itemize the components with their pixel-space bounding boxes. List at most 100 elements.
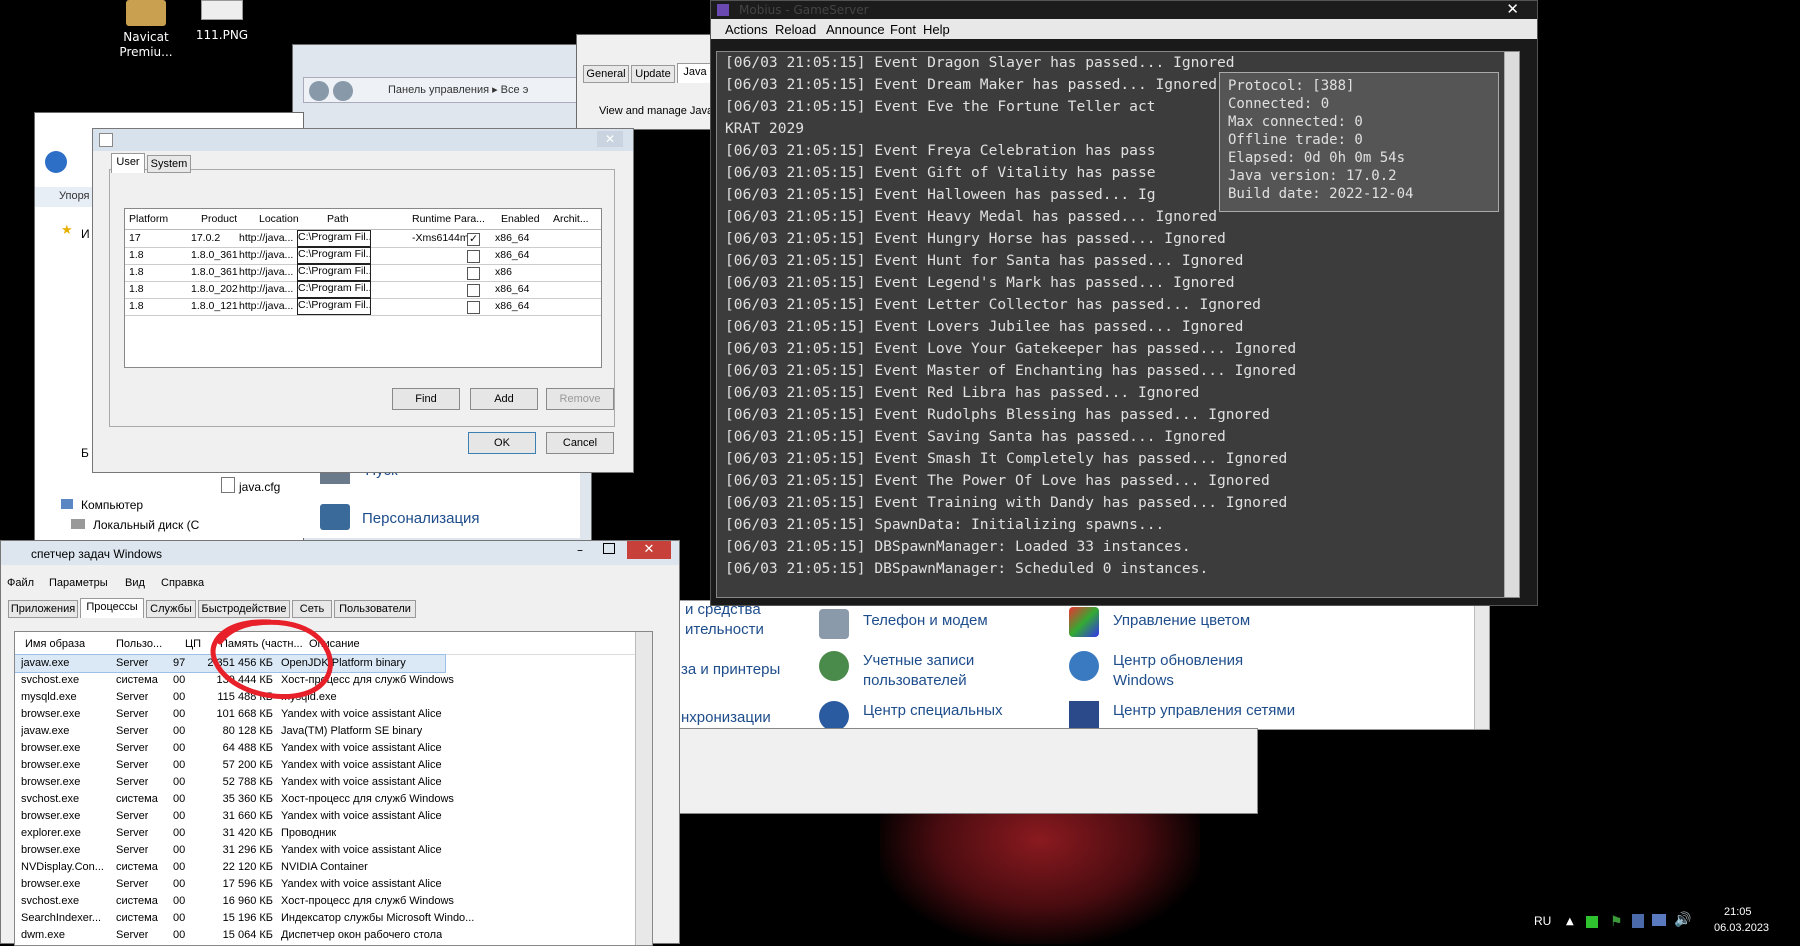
menu-actions[interactable]: Actions [725, 22, 768, 37]
process-row[interactable]: javaw.exe Server 00 80 128 КБ Java(TM) Platf… [15, 723, 635, 740]
process-row[interactable]: browser.exe Server 00 31 660 КБ Yandex with … [15, 808, 635, 825]
back-arrow-icon[interactable] [309, 81, 329, 101]
process-row[interactable]: dwm.exe Server 00 15 064 КБ Диспетчер окон р… [15, 927, 635, 944]
cp-scrollbar[interactable] [1474, 601, 1489, 729]
tree-item[interactable]: Б [81, 446, 89, 460]
console-titlebar[interactable]: Mobius - GameServer ✕ [711, 1, 1537, 19]
clock-date[interactable]: 06.03.2023 [1714, 922, 1769, 934]
volume-icon[interactable]: 🔊 [1674, 912, 1691, 928]
cp-item-phone-modem[interactable]: Телефон и модем [863, 611, 988, 631]
process-row[interactable]: browser.exe Server 00 31 296 КБ Yandex with … [15, 842, 635, 859]
tree-item-computer[interactable]: Компьютер [81, 498, 143, 512]
jre-cell-path[interactable]: C:\Program Fil... [297, 247, 371, 264]
cp-item-user-accounts[interactable]: Учетные записи пользователей [863, 651, 974, 691]
desktop-icon-png[interactable]: 111.PNG [182, 0, 262, 42]
status-green-icon[interactable] [1586, 916, 1598, 928]
jre-row[interactable]: 1.8 1.8.0_361 http://java... C:\Program Fil… [125, 247, 601, 265]
cp-item-color-management[interactable]: Управление цветом [1113, 611, 1250, 631]
ok-button[interactable]: OK [468, 432, 536, 454]
menu-options[interactable]: Параметры [49, 577, 108, 589]
forward-arrow-icon[interactable] [333, 81, 353, 101]
col-runtime-params[interactable]: Runtime Para... [412, 213, 486, 225]
tab-applications[interactable]: Приложения [8, 600, 78, 618]
show-hidden-icons-icon[interactable]: ▲ [1566, 916, 1574, 927]
enabled-checkbox[interactable] [467, 301, 480, 314]
col-product[interactable]: Product [201, 213, 237, 225]
jre-row[interactable]: 1.8 1.8.0_121 http://java... C:\Program Fil… [125, 298, 601, 316]
tree-item[interactable]: И [81, 227, 90, 241]
cancel-button[interactable]: Cancel [546, 432, 614, 454]
flag-icon[interactable]: ⚑ [1610, 914, 1623, 930]
col-enabled[interactable]: Enabled [501, 213, 540, 225]
menu-announce[interactable]: Announce [826, 22, 885, 37]
cp-item-windows-update[interactable]: Центр обновления Windows [1113, 651, 1243, 691]
process-row[interactable]: browser.exe Server 00 52 788 КБ Yandex with … [15, 774, 635, 791]
jre-row[interactable]: 1.8 1.8.0_361 http://java... C:\Program Fil… [125, 264, 601, 282]
file-java-cfg[interactable]: java.cfg [239, 480, 280, 494]
add-button[interactable]: Add [470, 388, 538, 410]
col-cpu[interactable]: ЦП [185, 636, 201, 653]
close-icon[interactable]: ✕ [627, 541, 671, 559]
enabled-checkbox[interactable] [467, 267, 480, 280]
close-icon[interactable]: ✕ [1506, 1, 1519, 17]
process-row[interactable]: SearchIndexer... система 00 15 196 КБ Индекс… [15, 910, 635, 927]
col-platform[interactable]: Platform [129, 213, 168, 225]
jre-cell-path[interactable]: C:\Program Fil... [297, 298, 371, 315]
cp-item-accessibility[interactable]: Центр специальных [863, 701, 1003, 721]
maximize-icon[interactable] [603, 543, 615, 554]
col-architecture[interactable]: Archit... [553, 213, 589, 225]
menu-font[interactable]: Font [890, 22, 916, 37]
menu-help[interactable]: Справка [161, 577, 204, 589]
jre-cell-path[interactable]: C:\Program Fil... [297, 264, 371, 281]
desktop-icon-navicat[interactable]: Navicat Premiu... [106, 0, 186, 60]
console-log[interactable]: [06/03 21:05:15] Event Dragon Slayer has… [716, 51, 1520, 598]
jre-cell-params[interactable]: -Xms6144m [412, 232, 492, 244]
menu-help[interactable]: Help [923, 22, 950, 37]
cp-item-fragment[interactable]: ительности [685, 621, 764, 638]
cp-item-fragment[interactable]: нхронизации [681, 709, 771, 726]
process-row[interactable]: svchost.exe система 00 16 960 КБ Хост-процес… [15, 893, 635, 910]
close-icon[interactable]: ✕ [597, 131, 623, 147]
enabled-checkbox[interactable] [467, 250, 480, 263]
tab-java[interactable]: Java [677, 63, 713, 83]
menu-view[interactable]: Вид [125, 577, 145, 589]
tab-system[interactable]: System [147, 155, 191, 173]
tab-users[interactable]: Пользователи [334, 600, 416, 618]
process-scrollbar[interactable] [635, 632, 652, 945]
clock-time[interactable]: 21:05 [1724, 906, 1752, 918]
monitor-icon[interactable] [1652, 914, 1666, 926]
col-image-name[interactable]: Имя образа [25, 636, 85, 653]
col-user[interactable]: Пользо... [116, 636, 162, 653]
process-row[interactable]: browser.exe Server 00 17 596 КБ Yandex with … [15, 876, 635, 893]
process-row[interactable]: explorer.exe Server 00 31 420 КБ Проводник [15, 825, 635, 842]
jre-cell-path[interactable]: C:\Program Fil... [297, 230, 371, 247]
menu-reload[interactable]: Reload [775, 22, 816, 37]
remove-button[interactable]: Remove [546, 388, 614, 410]
tm-titlebar[interactable]: спетчер задач Windows – ✕ [1, 541, 679, 565]
back-icon[interactable] [45, 151, 67, 173]
enabled-checkbox[interactable]: ✓ [467, 233, 480, 246]
tab-services[interactable]: Службы [146, 600, 196, 618]
process-row[interactable]: svchost.exe система 00 35 360 КБ Хост-процес… [15, 791, 635, 808]
cp-item-network-center[interactable]: Центр управления сетями [1113, 701, 1295, 721]
minimize-icon[interactable]: – [577, 543, 583, 557]
process-row[interactable]: browser.exe Server 00 101 668 КБ Yandex with… [15, 706, 635, 723]
tab-general[interactable]: General [583, 65, 629, 83]
enabled-checkbox[interactable] [467, 284, 480, 297]
col-path[interactable]: Path [327, 213, 349, 225]
cp-item-personalization[interactable]: Персонализация [362, 510, 480, 527]
menu-file[interactable]: Файл [7, 577, 34, 589]
col-location[interactable]: Location [259, 213, 299, 225]
jre-cell-path[interactable]: C:\Program Fil... [297, 281, 371, 298]
network-icon[interactable] [1632, 914, 1644, 928]
jre-row[interactable]: 1.8 1.8.0_202 http://java... C:\Program Fil… [125, 281, 601, 299]
process-row[interactable]: NVDisplay.Con... система 00 22 120 КБ NVIDIA… [15, 859, 635, 876]
organize-menu[interactable]: Упоря [35, 187, 95, 207]
tab-user[interactable]: User [111, 153, 145, 173]
tree-item-local-disk[interactable]: Локальный диск (C [93, 518, 199, 532]
dialog-titlebar[interactable]: ✕ [93, 129, 633, 151]
process-row[interactable]: browser.exe Server 00 64 488 КБ Yandex with … [15, 740, 635, 757]
tab-processes[interactable]: Процессы [80, 598, 144, 618]
jre-row[interactable]: 17 17.0.2 http://java... C:\Program Fil... -… [125, 230, 601, 248]
find-button[interactable]: Find [392, 388, 460, 410]
